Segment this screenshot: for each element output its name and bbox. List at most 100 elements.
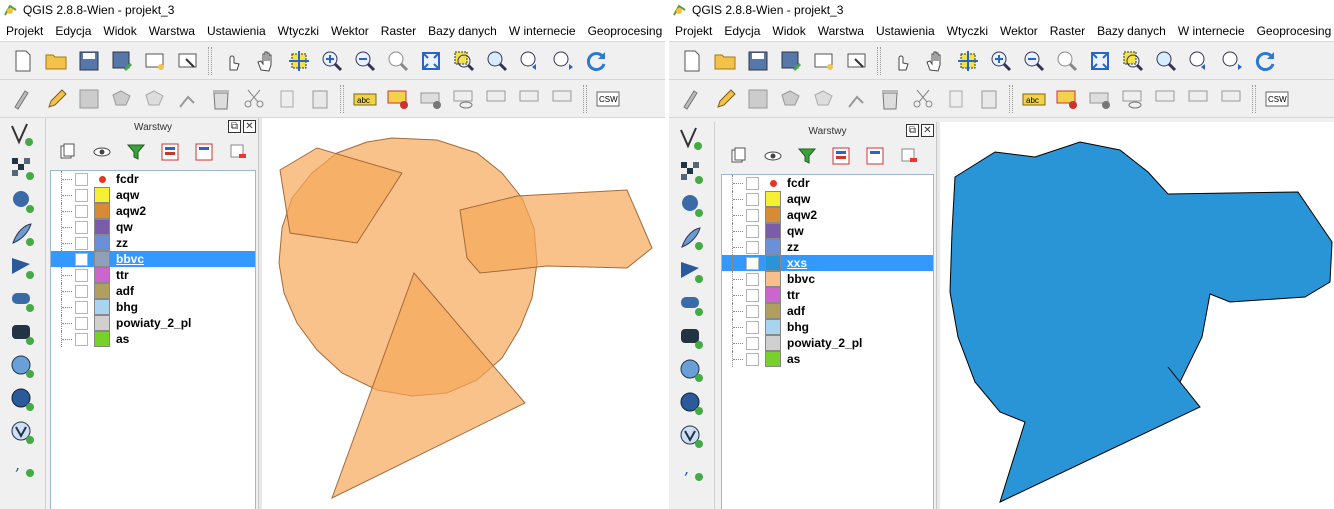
manage-visibility-button[interactable] — [759, 143, 787, 169]
add-delimited-text-button[interactable]: , — [669, 452, 713, 485]
composer-manager-button[interactable] — [840, 46, 873, 76]
layer-checkbox[interactable] — [746, 336, 759, 350]
collapse-all-button[interactable] — [861, 143, 889, 169]
undock-button[interactable]: ⧉ — [906, 124, 919, 137]
pan-map-button[interactable] — [249, 46, 282, 76]
menu-wektor[interactable]: Wektor — [994, 24, 1044, 38]
refresh-button[interactable] — [579, 46, 612, 76]
zoom-last-button[interactable] — [1182, 46, 1215, 76]
manage-visibility-button[interactable] — [88, 139, 116, 165]
layer-labeling-button[interactable]: abc — [348, 84, 381, 114]
toolbar-grip[interactable] — [340, 84, 344, 113]
zoom-out-button[interactable] — [348, 46, 381, 76]
label-eye-button[interactable] — [447, 84, 480, 114]
add-oracle-layer-button[interactable] — [669, 287, 713, 320]
layer-item-adf[interactable]: adf — [722, 303, 933, 319]
zoom-to-layer-button[interactable] — [1149, 46, 1182, 76]
open-project-button[interactable] — [39, 46, 72, 76]
add-feature-button[interactable] — [774, 84, 807, 114]
label-move-button[interactable] — [1149, 84, 1182, 114]
move-feature-button[interactable] — [807, 84, 840, 114]
composer-manager-button[interactable] — [171, 46, 204, 76]
menu-wtyczki[interactable]: Wtyczki — [941, 24, 994, 38]
layer-checkbox[interactable] — [75, 332, 88, 346]
menu-geoprocesing[interactable]: Geoprocesing — [582, 24, 665, 38]
zoom-in-button[interactable] — [315, 46, 348, 76]
layer-item-qw[interactable]: qw — [722, 223, 933, 239]
menu-edycja[interactable]: Edycja — [718, 24, 766, 38]
layer-checkbox[interactable] — [75, 204, 88, 218]
toolbar-grip[interactable] — [1252, 84, 1256, 113]
layer-item-adf[interactable]: adf — [51, 283, 255, 299]
toggle-editing-button[interactable] — [39, 84, 72, 114]
menu-raster[interactable]: Raster — [1044, 24, 1091, 38]
add-delimited-text-button[interactable]: , — [0, 448, 44, 481]
menu-warstwa[interactable]: Warstwa — [812, 24, 870, 38]
pan-to-selection-button[interactable] — [282, 46, 315, 76]
filter-legend-button[interactable] — [793, 143, 821, 169]
save-project-button[interactable] — [72, 46, 105, 76]
filter-legend-button[interactable] — [122, 139, 150, 165]
touch-zoom-button[interactable] — [885, 46, 918, 76]
zoom-full-button[interactable] — [414, 46, 447, 76]
add-spatialite-layer-button[interactable] — [669, 221, 713, 254]
save-edits-button[interactable] — [741, 84, 774, 114]
new-project-button[interactable] — [6, 46, 39, 76]
menu-widok[interactable]: Widok — [766, 24, 811, 38]
layer-item-powiaty-2-pl[interactable]: powiaty_2_pl — [51, 315, 255, 331]
toolbar-grip[interactable] — [583, 84, 587, 113]
layer-item-qw[interactable]: qw — [51, 219, 255, 235]
layer-checkbox[interactable] — [746, 320, 759, 334]
node-tool-button[interactable] — [171, 84, 204, 114]
touch-zoom-button[interactable] — [216, 46, 249, 76]
label-move-button[interactable] — [480, 84, 513, 114]
menu-bazy-danych[interactable]: Bazy danych — [1091, 24, 1172, 38]
close-panel-button[interactable]: ✕ — [921, 124, 934, 137]
menu-w-internecie[interactable]: W internecie — [503, 24, 582, 38]
layer-item-ttr[interactable]: ttr — [51, 267, 255, 283]
save-edits-button[interactable] — [72, 84, 105, 114]
map-canvas[interactable] — [262, 118, 665, 509]
layer-checkbox[interactable] — [75, 300, 88, 314]
layer-item-as[interactable]: as — [51, 331, 255, 347]
zoom-last-button[interactable] — [513, 46, 546, 76]
menu-ustawienia[interactable]: Ustawienia — [870, 24, 941, 38]
add-raster-layer-button[interactable] — [0, 151, 44, 184]
csw-button[interactable]: CSW — [1260, 84, 1293, 114]
pan-map-button[interactable] — [918, 46, 951, 76]
save-as-button[interactable] — [774, 46, 807, 76]
layer-checkbox[interactable] — [746, 192, 759, 206]
toolbar-grip[interactable] — [208, 46, 212, 75]
label-change-button[interactable] — [546, 84, 579, 114]
layer-item-ttr[interactable]: ttr — [722, 287, 933, 303]
cut-features-button[interactable] — [906, 84, 939, 114]
layer-checkbox[interactable] — [746, 304, 759, 318]
zoom-actual-size-button[interactable] — [1050, 46, 1083, 76]
toolbar-grip[interactable] — [1009, 84, 1013, 113]
layer-checkbox-checked[interactable]: ✖ — [75, 252, 88, 266]
layer-checkbox[interactable] — [746, 208, 759, 222]
menu-w-internecie[interactable]: W internecie — [1172, 24, 1251, 38]
add-db2-layer-button[interactable] — [0, 316, 44, 349]
zoom-next-button[interactable] — [1215, 46, 1248, 76]
current-edits-button[interactable] — [6, 84, 39, 114]
toggle-editing-button[interactable] — [708, 84, 741, 114]
pan-to-selection-button[interactable] — [951, 46, 984, 76]
label-pin-button[interactable] — [381, 84, 414, 114]
menu-ustawienia[interactable]: Ustawienia — [201, 24, 272, 38]
zoom-to-layer-button[interactable] — [480, 46, 513, 76]
label-change-button[interactable] — [1215, 84, 1248, 114]
layer-checkbox[interactable] — [75, 188, 88, 202]
open-project-button[interactable] — [708, 46, 741, 76]
menu-geoprocesing[interactable]: Geoprocesing — [1251, 24, 1334, 38]
layer-item-zz[interactable]: zz — [51, 235, 255, 251]
add-wfs-layer-button[interactable] — [0, 415, 44, 448]
zoom-in-button[interactable] — [984, 46, 1017, 76]
layer-checkbox[interactable] — [75, 316, 88, 330]
add-spatialite-layer-button[interactable] — [0, 217, 44, 250]
add-wcs-layer-button[interactable] — [669, 386, 713, 419]
zoom-full-button[interactable] — [1083, 46, 1116, 76]
zoom-actual-size-button[interactable] — [381, 46, 414, 76]
toolbar-grip[interactable] — [877, 46, 881, 75]
layer-checkbox[interactable] — [746, 272, 759, 286]
